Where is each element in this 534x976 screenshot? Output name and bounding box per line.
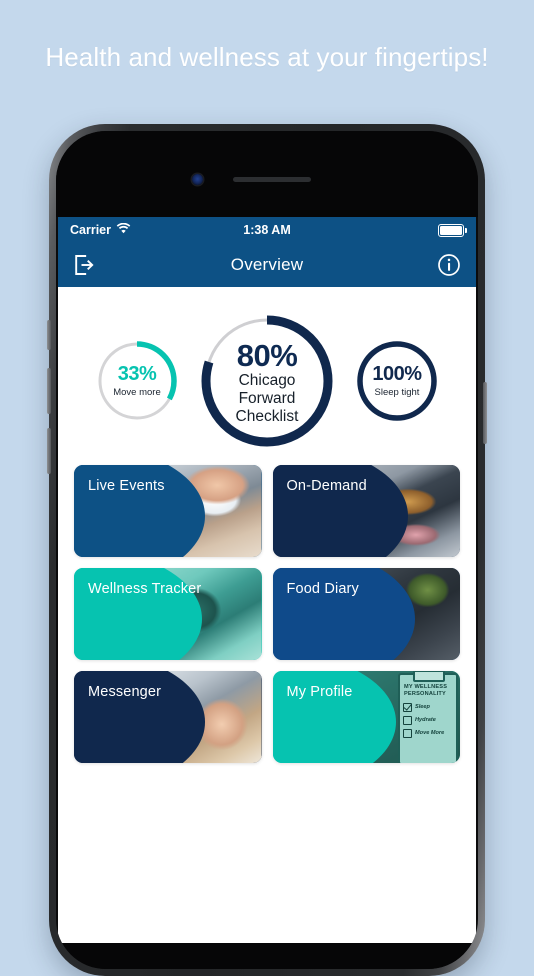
battery-icon (438, 223, 467, 237)
card-live-events[interactable]: Live Events (74, 465, 262, 557)
card-my-profile[interactable]: MY WELLNESS PERSONALITY Sleep Hydrate Mo… (272, 671, 460, 763)
card-food-diary[interactable]: Food Diary (272, 568, 460, 660)
card-title-on-demand: On-Demand (286, 478, 367, 494)
ring-sublabel-chicago-line1: Chicago (238, 372, 296, 390)
navigation-bar: Overview (58, 243, 476, 287)
ring-sublabel-chicago-line3: Checklist (235, 407, 299, 425)
screenshot-root: Health and wellness at your fingertips! … (0, 0, 534, 976)
overview-content: 33% Move more 80% Chicago Forward Checkl… (58, 287, 476, 943)
clipboard-checklist: Sleep Hydrate Move More (400, 702, 456, 738)
ring-sublabel-chicago-line2: Forward (238, 389, 296, 407)
clipboard-clip-icon (413, 671, 445, 682)
phone-mute-switch[interactable] (47, 320, 51, 350)
clipboard-item-sleep: Sleep (403, 702, 453, 712)
progress-rings-row: 33% Move more 80% Chicago Forward Checkl… (58, 287, 476, 465)
clipboard-item-label-hydrate: Hydrate (415, 717, 436, 724)
front-camera-icon (192, 174, 203, 185)
status-bar-right (438, 223, 467, 237)
phone-bottom-bezel (56, 943, 478, 969)
checkbox-icon (403, 715, 412, 725)
phone-volume-up-button[interactable] (47, 368, 51, 414)
card-wellness-tracker[interactable]: Wellness Tracker (74, 568, 262, 660)
phone-bezel: Carrier 1:38 AM Overview 33% Move more 8… (56, 131, 478, 969)
phone-volume-down-button[interactable] (47, 428, 51, 474)
earpiece-speaker-icon (233, 177, 311, 182)
ring-label-sleep-tight: 100% Sleep tight (355, 339, 439, 423)
info-circle-icon[interactable] (437, 253, 461, 277)
clipboard-item-label-move-more: Move More (415, 730, 445, 737)
feature-card-grid: Live Events On-Demand Wellness Tracker F… (58, 465, 476, 763)
card-title-my-profile: My Profile (286, 684, 353, 700)
ring-sublabel-sleep-tight: Sleep tight (374, 386, 420, 398)
ring-percent-move-more: 33% (117, 363, 157, 386)
progress-ring-sleep-tight[interactable]: 100% Sleep tight (355, 339, 439, 423)
clipboard-item-move-more: Move More (403, 728, 453, 738)
ring-percent-sleep-tight: 100% (372, 363, 422, 386)
checkbox-checked-icon (403, 702, 412, 712)
wifi-icon (116, 222, 131, 237)
progress-ring-chicago-forward-checklist[interactable]: 80% Chicago Forward Checklist (197, 311, 337, 451)
checkbox-icon (403, 728, 412, 738)
page-headline: Health and wellness at your fingertips! (45, 42, 489, 72)
ring-sublabel-move-more: Move more (113, 386, 161, 398)
status-bar-left: Carrier (70, 222, 131, 237)
phone-power-button[interactable] (483, 382, 487, 444)
logout-icon[interactable] (71, 252, 97, 278)
phone-screen: Carrier 1:38 AM Overview 33% Move more 8… (58, 217, 476, 943)
phone-mockup: Carrier 1:38 AM Overview 33% Move more 8… (47, 124, 487, 976)
card-title-live-events: Live Events (88, 478, 165, 494)
card-title-messenger: Messenger (88, 684, 162, 700)
clipboard-item-hydrate: Hydrate (403, 715, 453, 725)
status-bar: Carrier 1:38 AM (58, 217, 476, 243)
card-title-food-diary: Food Diary (286, 581, 359, 597)
card-messenger[interactable]: Messenger (74, 671, 262, 763)
ring-label-chicago-forward-checklist: 80% Chicago Forward Checklist (197, 311, 337, 451)
ring-label-move-more: 33% Move more (95, 339, 179, 423)
card-title-wellness-tracker: Wellness Tracker (88, 581, 202, 597)
progress-ring-move-more[interactable]: 33% Move more (95, 339, 179, 423)
ring-percent-chicago: 80% (236, 337, 298, 373)
carrier-label: Carrier (70, 223, 111, 237)
card-on-demand[interactable]: On-Demand (272, 465, 460, 557)
page-title: Overview (230, 255, 304, 274)
phone-top-bezel (56, 131, 478, 217)
clipboard-item-label-sleep: Sleep (415, 704, 430, 711)
